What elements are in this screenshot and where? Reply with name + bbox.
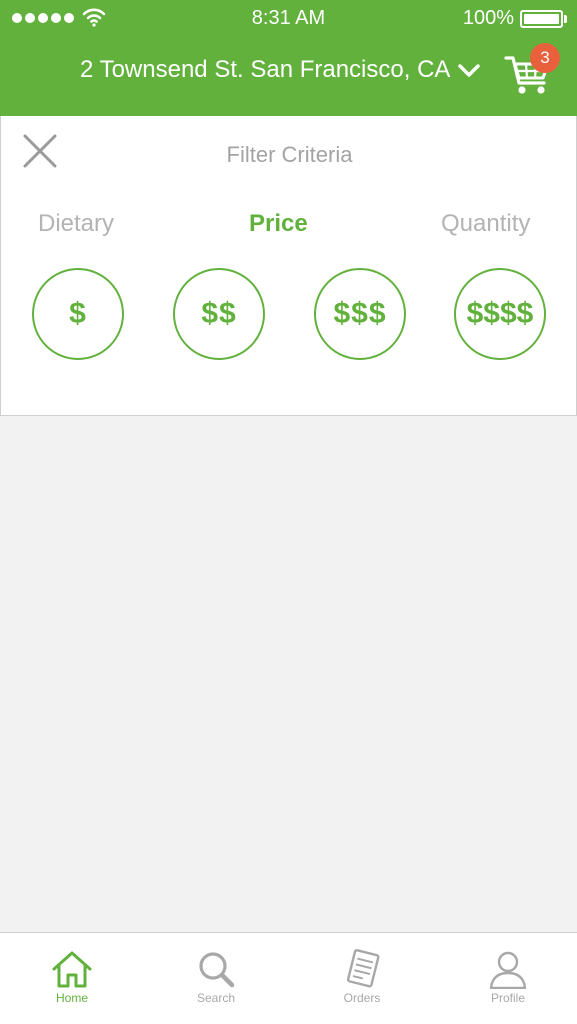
chevron-down-icon bbox=[458, 64, 481, 77]
price-options: $ $$ $$$ $$$$ bbox=[1, 268, 577, 360]
tab-search-label: Search bbox=[196, 991, 236, 1005]
location-selector[interactable]: 2 Townsend St. San Francisco, CA bbox=[80, 56, 481, 84]
tab-home-label: Home bbox=[55, 991, 88, 1005]
status-bar: 8:31 AM 100% bbox=[0, 0, 577, 38]
location-label: 2 Townsend St. San Francisco, CA bbox=[80, 56, 451, 83]
tab-dietary[interactable]: Dietary bbox=[38, 210, 114, 238]
user-icon bbox=[489, 951, 527, 989]
tab-search[interactable]: Search bbox=[161, 933, 271, 1024]
price-option-2[interactable]: $$ bbox=[173, 268, 265, 360]
bottom-tab-bar: Home Search Orders Profile bbox=[0, 932, 577, 1024]
price-option-4[interactable]: $$$$ bbox=[454, 268, 546, 360]
filter-panel: Filter Criteria Dietary Price Quantity $… bbox=[0, 116, 577, 416]
home-icon bbox=[52, 951, 92, 988]
tab-profile-label: Profile bbox=[490, 991, 525, 1005]
battery-percentage: 100% bbox=[462, 7, 514, 29]
search-icon bbox=[199, 952, 235, 988]
tab-price[interactable]: Price bbox=[249, 210, 308, 238]
tab-orders-label: Orders bbox=[343, 991, 381, 1005]
filter-tabs: Dietary Price Quantity bbox=[1, 210, 577, 250]
price-option-3[interactable]: $$$ bbox=[314, 268, 406, 360]
battery-tip bbox=[564, 15, 567, 23]
price-option-1[interactable]: $ bbox=[32, 268, 124, 360]
app-header: 8:31 AM 100% 2 Townsend St. San Francisc… bbox=[0, 0, 577, 116]
battery-icon bbox=[520, 10, 563, 28]
filter-title: Filter Criteria bbox=[226, 142, 353, 167]
tab-home[interactable]: Home bbox=[17, 933, 127, 1024]
tab-quantity[interactable]: Quantity bbox=[441, 210, 530, 238]
tab-orders[interactable]: Orders bbox=[307, 933, 417, 1024]
tab-profile[interactable]: Profile bbox=[453, 933, 563, 1024]
cart-count-badge: 3 bbox=[530, 43, 560, 73]
receipt-icon bbox=[346, 949, 380, 988]
